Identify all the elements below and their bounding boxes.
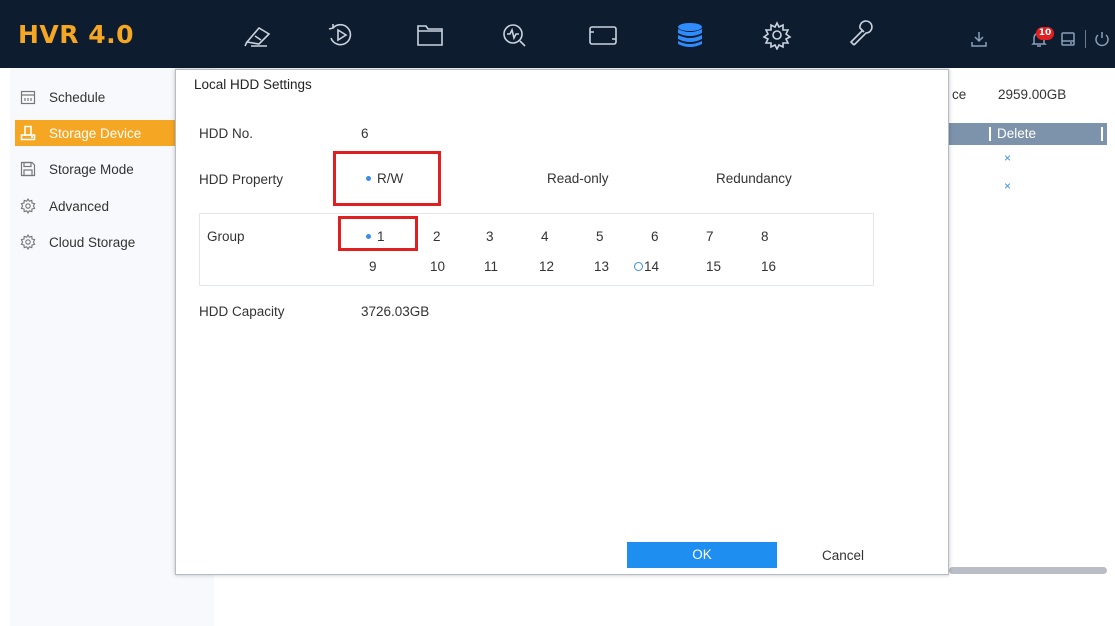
cancel-button[interactable]: Cancel [822, 548, 864, 563]
sidebar-item-label: Storage Mode [49, 161, 134, 177]
horizontal-scrollbar[interactable] [949, 567, 1107, 574]
table-header: Delete [949, 123, 1107, 145]
brand-logo: HVR 4.0 [18, 20, 135, 49]
sidebar-item-storage-mode[interactable]: Storage Mode [15, 156, 175, 182]
property-option-redundancy[interactable]: Redundancy [716, 171, 792, 186]
download-icon[interactable] [970, 30, 988, 48]
sidebar-item-schedule[interactable]: Schedule [15, 84, 175, 110]
ok-button[interactable]: OK [627, 542, 777, 568]
power-icon[interactable] [1093, 30, 1111, 48]
group-option-5[interactable]: 5 [596, 229, 604, 244]
divider [1085, 30, 1086, 48]
hdd-capacity-label: HDD Capacity [199, 304, 285, 319]
hdd-no-label: HDD No. [199, 126, 254, 141]
group-option-10[interactable]: 10 [430, 259, 445, 274]
free-space-label: ce [952, 87, 967, 102]
delete-icon[interactable]: × [1004, 179, 1011, 193]
hdd-status-icon[interactable] [1059, 30, 1077, 48]
column-divider [1101, 127, 1103, 141]
gear-icon [19, 233, 37, 251]
group-option-14[interactable]: 14 [634, 259, 659, 274]
smart-analysis-icon[interactable] [498, 20, 532, 50]
group-option-6[interactable]: 6 [651, 229, 659, 244]
column-header-delete: Delete [997, 126, 1037, 141]
group-option-15[interactable]: 15 [706, 259, 721, 274]
sidebar-item-cloud-storage[interactable]: Cloud Storage [15, 229, 175, 255]
settings-gear-icon[interactable] [760, 20, 794, 51]
sidebar-item-advanced[interactable]: Advanced [15, 193, 175, 219]
group-option-3[interactable]: 3 [486, 229, 494, 244]
group-option-11[interactable]: 11 [484, 259, 498, 274]
hdd-capacity-value: 3726.03GB [361, 304, 430, 319]
gear-icon [19, 197, 37, 215]
group-option-8[interactable]: 8 [761, 229, 769, 244]
group-panel [199, 213, 874, 286]
group-option-12[interactable]: 12 [539, 259, 554, 274]
delete-icon[interactable]: × [1004, 151, 1011, 165]
group-option-9[interactable]: 9 [369, 259, 377, 274]
maintenance-wrench-icon[interactable] [846, 20, 880, 50]
column-divider [989, 127, 991, 141]
storage-device-icon [19, 124, 37, 142]
files-icon[interactable] [413, 20, 447, 50]
calendar-icon [19, 88, 37, 106]
camera-icon[interactable] [241, 20, 275, 50]
property-option-read-only[interactable]: Read-only [547, 171, 609, 186]
property-option-label: Read-only [547, 171, 609, 186]
group-option-2[interactable]: 2 [433, 229, 441, 244]
alarm-count-badge: 10 [1036, 27, 1054, 40]
local-hdd-settings-dialog: Local HDD Settings HDD No. 6 HDD Propert… [175, 69, 949, 575]
sidebar-item-label: Advanced [49, 198, 110, 214]
highlight-box [333, 151, 441, 206]
sidebar-item-storage-device[interactable]: Storage Device [15, 120, 175, 146]
storage-icon[interactable] [673, 20, 707, 50]
group-label: Group [207, 229, 245, 244]
highlight-box [338, 216, 418, 251]
hdd-no-value: 6 [361, 126, 369, 141]
sidebar-item-label: Cloud Storage [49, 234, 136, 250]
group-option-13[interactable]: 13 [594, 259, 609, 274]
hdd-property-label: HDD Property [199, 172, 284, 187]
property-option-label: Redundancy [716, 171, 792, 186]
group-option-16[interactable]: 16 [761, 259, 776, 274]
group-option-4[interactable]: 4 [541, 229, 549, 244]
dialog-title: Local HDD Settings [194, 77, 312, 92]
top-bar: HVR 4.0 10 [0, 0, 1115, 68]
group-option-7[interactable]: 7 [706, 229, 714, 244]
sidebar-item-label: Schedule [49, 89, 106, 105]
sidebar-item-label: Storage Device [49, 125, 142, 141]
group-option-label: 14 [644, 259, 660, 274]
display-icon[interactable] [586, 20, 620, 50]
save-disk-icon [19, 160, 37, 178]
playback-icon[interactable] [324, 20, 358, 50]
cursor-ring-icon [634, 261, 643, 271]
free-space-value: 2959.00GB [998, 87, 1067, 102]
